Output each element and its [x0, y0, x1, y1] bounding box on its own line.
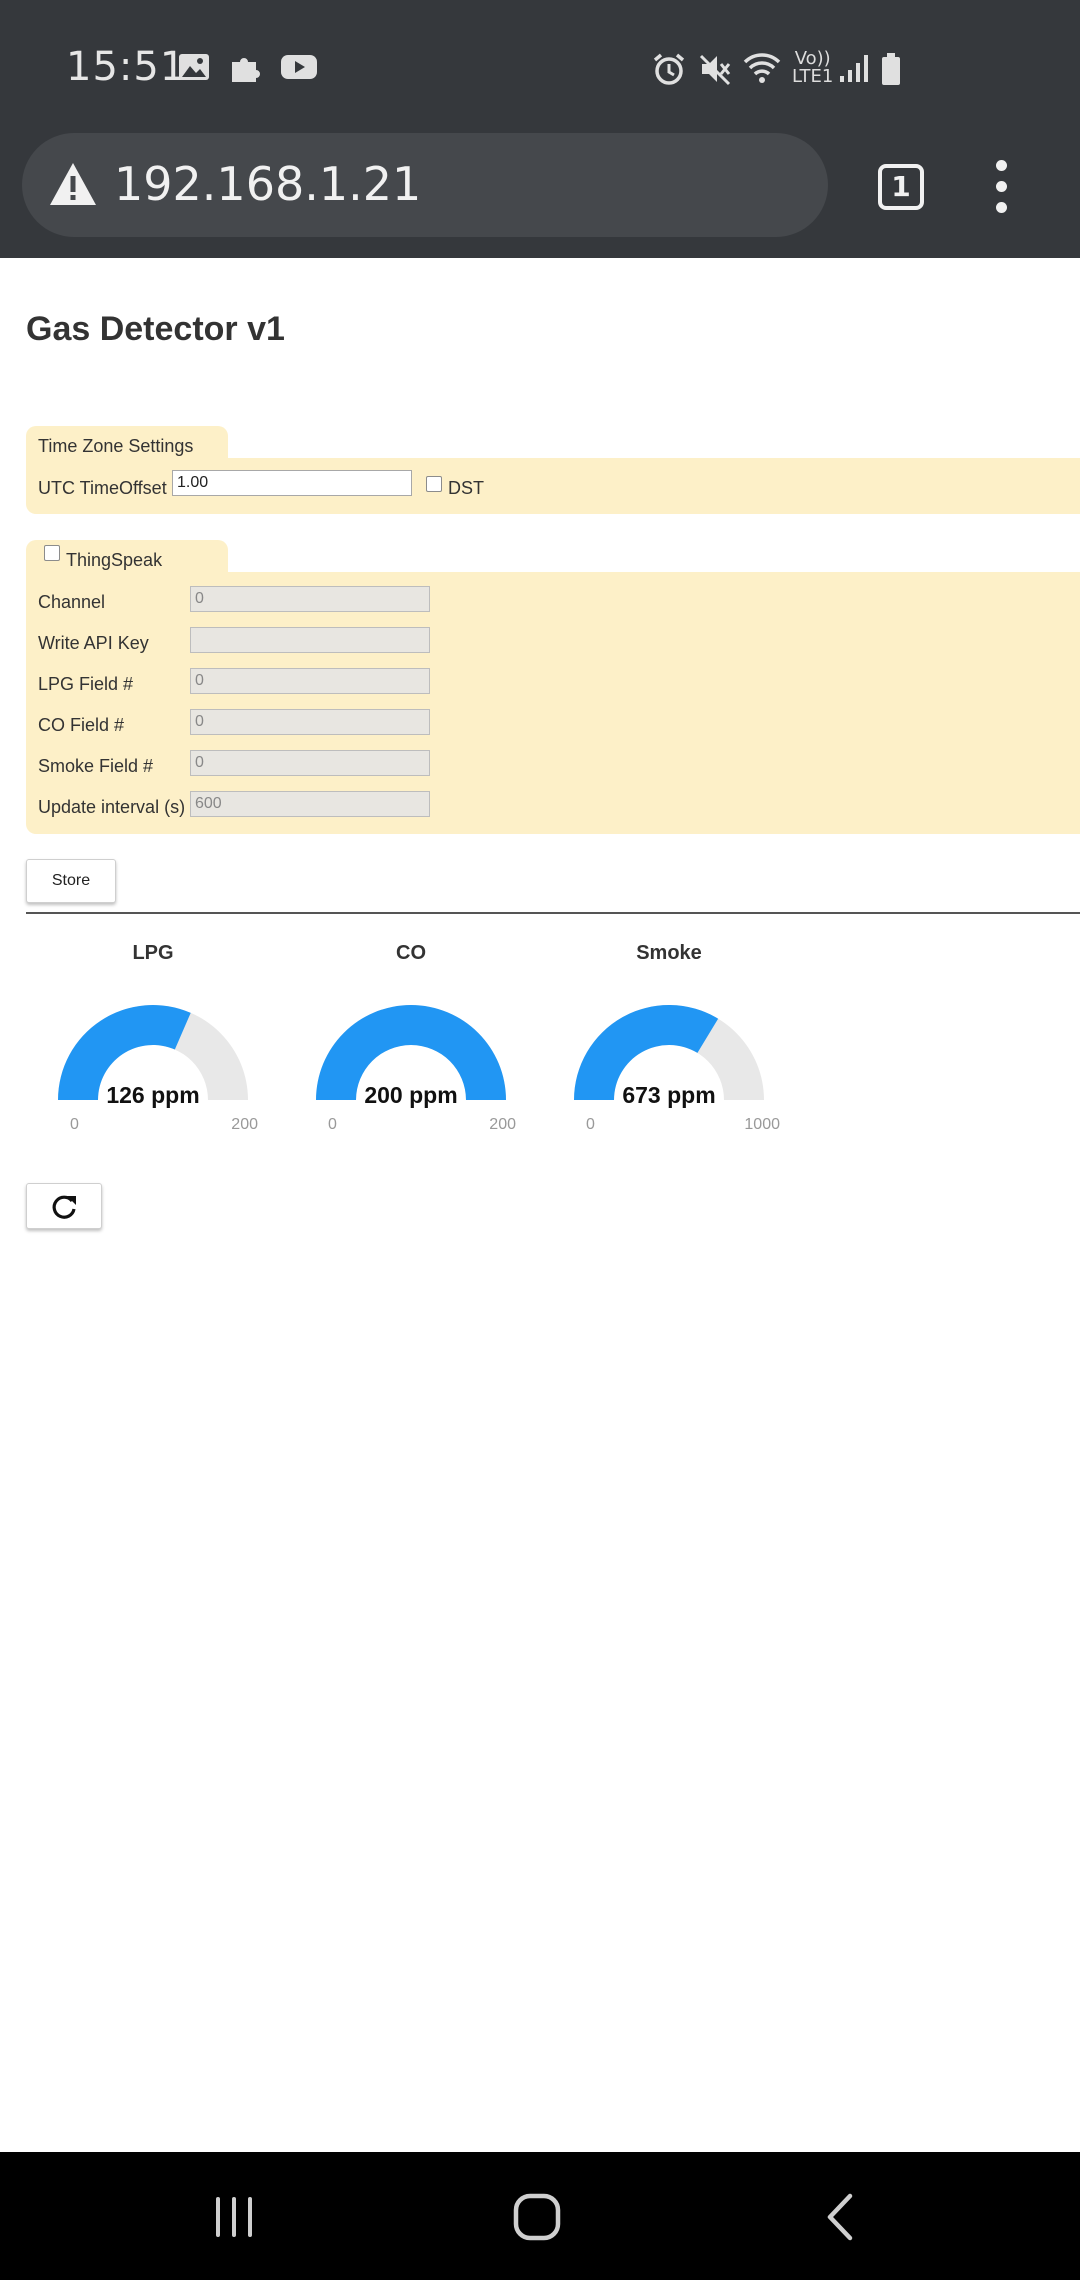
- utc-offset-label: UTC TimeOffset: [38, 478, 167, 498]
- gauge-co: CO 200 ppm 0 200: [306, 940, 516, 1140]
- gauge-max: 1000: [744, 1116, 780, 1133]
- alarm-icon: [653, 53, 685, 85]
- gauge-min: 0: [70, 1116, 79, 1133]
- warning-icon[interactable]: [48, 161, 98, 207]
- write-api-key-label: Write API Key: [38, 633, 149, 653]
- signal-icon: [840, 55, 868, 82]
- lpg-field-input[interactable]: [190, 668, 430, 694]
- gauge-title: LPG: [132, 942, 174, 964]
- smoke-field-input[interactable]: [190, 750, 430, 776]
- puzzle-icon: [232, 58, 260, 82]
- browser-toolbar: 192.168.1.21 1: [0, 130, 1080, 258]
- address-bar[interactable]: 192.168.1.21: [22, 133, 828, 237]
- home-icon[interactable]: [512, 2192, 562, 2242]
- channel-input[interactable]: [190, 586, 430, 612]
- recents-icon[interactable]: [212, 2194, 256, 2240]
- gauge-value: 200 ppm: [364, 1082, 458, 1108]
- gauge-max: 200: [489, 1116, 516, 1133]
- channel-label: Channel: [38, 592, 106, 612]
- thingspeak-enable-checkbox[interactable]: [44, 545, 60, 561]
- utc-offset-input[interactable]: [172, 470, 412, 496]
- page-title: Gas Detector v1: [26, 310, 285, 348]
- store-button[interactable]: Store: [26, 859, 116, 903]
- thingspeak-fieldset: Channel Write API Key LPG Field # CO Fie…: [26, 572, 1080, 834]
- dst-label: DST: [448, 478, 484, 498]
- more-vert-icon[interactable]: [996, 160, 1010, 223]
- co-field-input[interactable]: [190, 709, 430, 735]
- update-interval-label: Update interval (s): [38, 797, 186, 817]
- volte-indicator: Vo)) LTE1: [792, 50, 833, 86]
- back-icon[interactable]: [822, 2192, 856, 2242]
- status-time: 15:51: [66, 44, 187, 90]
- thingspeak-legend: ThingSpeak: [26, 540, 228, 576]
- notification-icons: [178, 50, 318, 84]
- url-text[interactable]: 192.168.1.21: [114, 157, 421, 211]
- volte-bottom-text: LTE1: [792, 66, 834, 87]
- timezone-fieldset: UTC TimeOffset DST: [26, 458, 1080, 514]
- gauge-value: 673 ppm: [622, 1082, 716, 1108]
- gauge-min: 0: [328, 1116, 337, 1133]
- status-bar: 15:51 Vo)) LTE1: [0, 0, 1080, 130]
- co-field-label: CO Field #: [38, 715, 125, 735]
- gauge-smoke: Smoke 673 ppm 0 1000: [564, 940, 780, 1140]
- image-icon: [179, 54, 209, 80]
- wifi-icon: [743, 53, 781, 83]
- gauge-max: 200: [231, 1116, 258, 1133]
- timezone-legend-text: Time Zone Settings: [38, 436, 194, 456]
- refresh-button[interactable]: [26, 1183, 102, 1229]
- tab-switcher-button[interactable]: 1: [878, 164, 924, 210]
- divider: [26, 912, 1080, 914]
- mute-icon: [699, 54, 731, 86]
- write-api-key-input[interactable]: [190, 627, 430, 653]
- refresh-icon: [52, 1195, 76, 1219]
- system-nav-bar: [0, 2152, 1080, 2280]
- youtube-icon: [281, 55, 317, 79]
- gauge-min: 0: [586, 1116, 595, 1133]
- update-interval-input[interactable]: [190, 791, 430, 817]
- lpg-field-label: LPG Field #: [38, 674, 134, 694]
- gauge-title: CO: [396, 942, 426, 964]
- gauge-title: Smoke: [636, 942, 702, 964]
- smoke-field-label: Smoke Field #: [38, 756, 154, 776]
- dst-checkbox[interactable]: [426, 476, 442, 492]
- gauge-value: 126 ppm: [106, 1082, 200, 1108]
- timezone-legend: Time Zone Settings: [26, 426, 228, 462]
- battery-icon: [882, 53, 900, 85]
- gauge-lpg: LPG 126 ppm 0 200: [48, 940, 258, 1140]
